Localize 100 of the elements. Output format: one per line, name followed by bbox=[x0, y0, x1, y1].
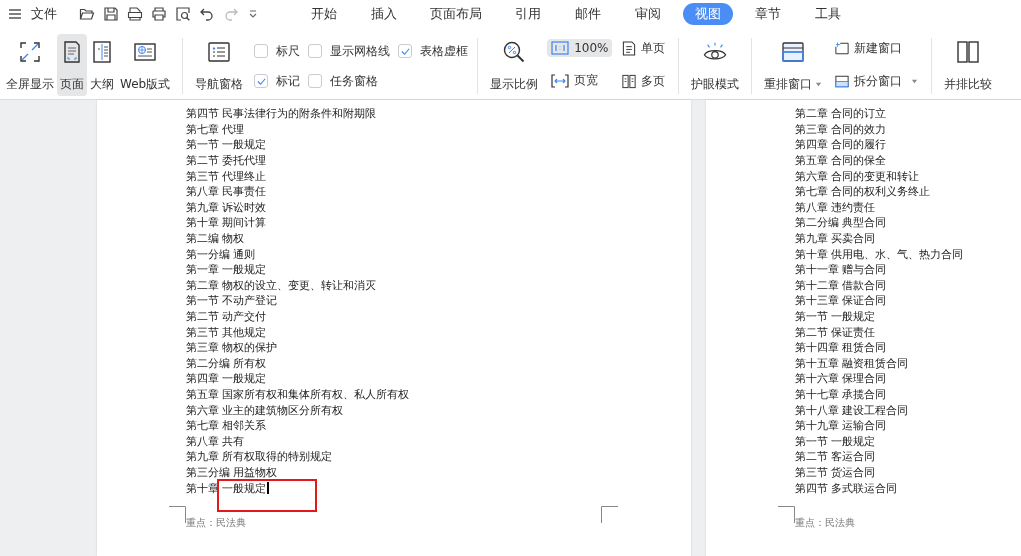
margin-corner-mark bbox=[601, 506, 618, 523]
heading-line: 第二分编 所有权 bbox=[186, 355, 266, 371]
arrange-windows-button[interactable]: 重排窗口 bbox=[761, 34, 826, 96]
new-window-icon bbox=[835, 41, 850, 56]
checkbox-option[interactable]: 显示网格线 bbox=[308, 36, 391, 66]
side-by-side-button[interactable]: 并排比较 bbox=[941, 34, 996, 96]
navigation-pane-button[interactable]: 导航窗格 bbox=[192, 34, 247, 96]
checkbox-option[interactable]: 表格虚框 bbox=[398, 36, 469, 66]
ribbon-tab[interactable]: 插入 bbox=[359, 3, 409, 25]
caret-icon bbox=[911, 78, 919, 85]
heading-line: 第一节 一般规定 bbox=[795, 309, 875, 324]
heading-line: 第三节 代理终止 bbox=[186, 168, 266, 184]
save-icon[interactable] bbox=[103, 6, 119, 22]
text-cursor bbox=[266, 482, 269, 495]
split-window-button[interactable]: 拆分窗口 bbox=[831, 71, 923, 92]
ribbon-tab[interactable]: 章节 bbox=[743, 3, 793, 25]
actual-size-button[interactable]: 100% bbox=[547, 38, 613, 57]
fullscreen-button[interactable]: 全屏显示 bbox=[3, 34, 57, 96]
heading-line: 第四章 一般规定 bbox=[186, 371, 266, 387]
dropdown-icon[interactable] bbox=[247, 8, 259, 20]
heading-line: 第二节 保证责任 bbox=[795, 324, 875, 340]
ribbon-tab[interactable]: 开始 bbox=[299, 3, 349, 25]
menu-icon[interactable] bbox=[7, 6, 23, 22]
heading-line: 第十七章 承揽合同 bbox=[795, 387, 886, 402]
heading-line: 第四节 多式联运合同 bbox=[795, 480, 897, 496]
heading-line: 第二章 合同的订立 bbox=[795, 106, 886, 122]
heading-line: 第七章 代理 bbox=[186, 121, 244, 137]
heading-line: 第二节 客运合同 bbox=[795, 449, 875, 465]
windows-icon bbox=[781, 40, 806, 64]
heading-line: 第一分编 通则 bbox=[186, 246, 255, 262]
expand-icon bbox=[18, 40, 42, 64]
heading-line: 第一节 一般规定 bbox=[186, 137, 266, 153]
heading-line: 第十二章 借款合同 bbox=[795, 277, 886, 293]
ribbon-tab[interactable]: 页面布局 bbox=[419, 3, 493, 25]
heading-line: 第九章 买卖合同 bbox=[795, 231, 875, 247]
new-window-button[interactable]: 新建窗口 bbox=[831, 38, 923, 59]
ribbon-tab[interactable]: 邮件 bbox=[563, 3, 613, 25]
ribbon-tab[interactable]: 审阅 bbox=[623, 3, 673, 25]
heading-line: 第十九章 运输合同 bbox=[795, 418, 886, 434]
heading-line: 第五章 合同的保全 bbox=[795, 153, 886, 169]
multi-page-button[interactable]: 多页 bbox=[618, 71, 670, 92]
pdf-icon[interactable] bbox=[127, 6, 143, 22]
heading-line: 第一节 一般规定 bbox=[795, 433, 875, 449]
outline-icon bbox=[90, 40, 114, 64]
file-menu[interactable]: 文件 bbox=[31, 5, 57, 23]
heading-line: 第八章 共有 bbox=[186, 433, 244, 449]
one-to-one-icon bbox=[551, 40, 570, 55]
heading-line: 第七章 相邻关系 bbox=[186, 418, 266, 434]
folder-icon[interactable] bbox=[79, 6, 95, 22]
printer-icon[interactable] bbox=[151, 6, 167, 22]
heading-line: 第二章 物权的设立、变更、转让和消灭 bbox=[186, 277, 376, 293]
page-footer: 重点：民法典 bbox=[795, 516, 855, 530]
heading-line: 第九章 诉讼时效 bbox=[186, 199, 266, 215]
heading-line: 第三章 合同的效力 bbox=[795, 121, 886, 137]
view-mode-button[interactable]: 大纲 bbox=[87, 34, 117, 96]
ribbon-tab[interactable]: 引用 bbox=[503, 3, 553, 25]
eye-protection-button[interactable]: 护眼模式 bbox=[688, 34, 743, 96]
heading-line: 第四节 民事法律行为的附条件和附期限 bbox=[186, 106, 376, 122]
heading-line: 第十章 期间计算 bbox=[186, 215, 266, 231]
undo-icon[interactable] bbox=[199, 6, 215, 22]
heading-line: 第二分编 典型合同 bbox=[795, 215, 886, 231]
heading-line: 第十八章 建设工程合同 bbox=[795, 402, 908, 418]
checkbox-option[interactable]: 任务窗格 bbox=[308, 66, 391, 96]
heading-line: 第三分编 用益物权 bbox=[186, 464, 277, 480]
page-width-button[interactable]: 页宽 bbox=[547, 70, 613, 92]
heading-line: 第八章 民事责任 bbox=[186, 184, 266, 200]
checkbox-option[interactable]: 标记 bbox=[254, 66, 301, 96]
heading-line: 第六章 合同的变更和转让 bbox=[795, 168, 919, 184]
two-pages-icon bbox=[622, 74, 637, 89]
heading-line: 第九章 所有权取得的特别规定 bbox=[186, 449, 332, 465]
heading-line: 第十章 一般规定 bbox=[186, 480, 266, 496]
heading-line: 第四章 合同的履行 bbox=[795, 137, 886, 153]
heading-line: 第十五章 融资租赁合同 bbox=[795, 355, 908, 371]
two-columns-icon bbox=[956, 40, 981, 64]
magnifier-icon bbox=[502, 40, 527, 64]
single-page-button[interactable]: 单页 bbox=[618, 38, 670, 59]
zoom-button[interactable]: 显示比例 bbox=[487, 34, 542, 96]
heading-line: 第十章 供用电、水、气、热力合同 bbox=[795, 246, 963, 262]
checkbox-option[interactable]: 标尺 bbox=[254, 36, 301, 66]
heading-line: 第十六章 保理合同 bbox=[795, 371, 886, 387]
caret-icon bbox=[815, 81, 823, 88]
margin-corner-mark bbox=[778, 506, 795, 523]
preview-icon[interactable] bbox=[175, 6, 191, 22]
heading-line: 第七章 合同的权利义务终止 bbox=[795, 184, 930, 200]
heading-line: 第十一章 赠与合同 bbox=[795, 262, 886, 278]
margin-corner-mark bbox=[169, 506, 186, 523]
heading-line: 第六章 业主的建筑物区分所有权 bbox=[186, 402, 343, 418]
heading-line: 第二节 动产交付 bbox=[186, 309, 266, 324]
ribbon-tab[interactable]: 工具 bbox=[803, 3, 853, 25]
view-mode-button[interactable]: 页面 bbox=[57, 34, 87, 96]
split-window-icon bbox=[835, 74, 850, 89]
heading-line: 第三节 货运合同 bbox=[795, 464, 875, 480]
heading-line: 第二编 物权 bbox=[186, 231, 244, 247]
fit-width-icon bbox=[551, 73, 570, 88]
list-icon bbox=[207, 40, 232, 64]
heading-line: 第二节 委托代理 bbox=[186, 153, 266, 169]
heading-line: 第一章 一般规定 bbox=[186, 262, 266, 278]
heading-line: 第十三章 保证合同 bbox=[795, 293, 886, 309]
view-mode-button[interactable]: Web版式 bbox=[117, 34, 174, 96]
heading-line: 第三章 物权的保护 bbox=[186, 340, 277, 356]
